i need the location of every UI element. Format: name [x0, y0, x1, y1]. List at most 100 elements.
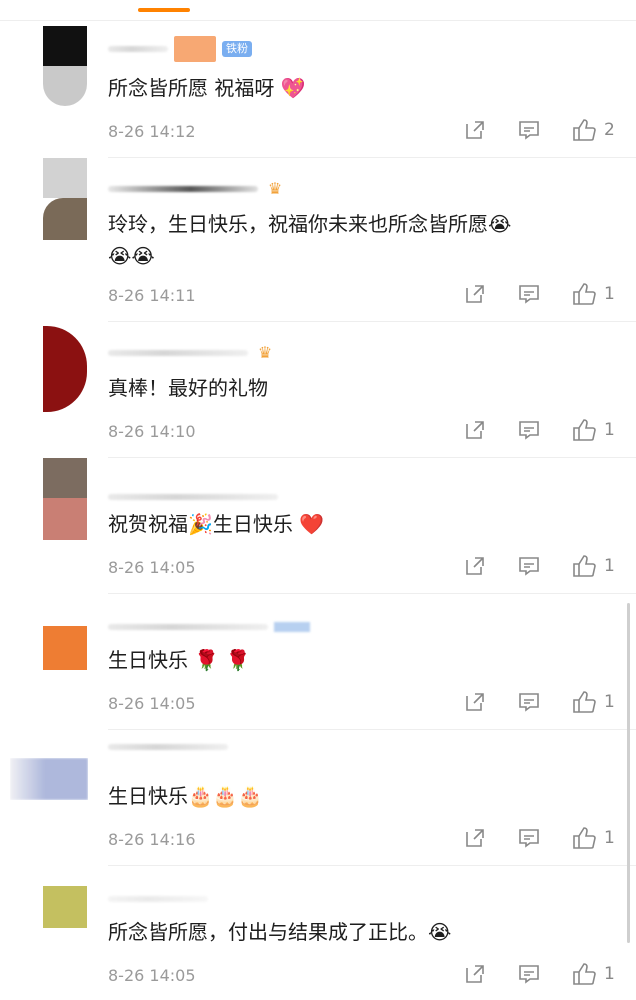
comment-text: 生日快乐 🌹 🌹: [108, 644, 608, 676]
like-count: 2: [604, 120, 615, 140]
like-count: 1: [604, 556, 615, 576]
username-row[interactable]: 铁粉: [108, 36, 252, 62]
comment-body: 玲玲，生日快乐，祝福你未来也所念皆所愿: [108, 212, 488, 236]
comment-body: 所念皆所愿 祝福呀: [108, 76, 275, 100]
comment-text: 生日快乐🎂🎂🎂: [108, 780, 608, 812]
comment-actions: 1: [432, 282, 615, 306]
fan-badge: 铁粉: [222, 41, 252, 57]
share-icon: [466, 557, 484, 575]
avatar[interactable]: [43, 886, 87, 928]
comment-icon: [519, 121, 539, 140]
crying-emoji-icon: 😭: [488, 212, 512, 236]
username-row[interactable]: [108, 614, 310, 640]
comment-actions: 2: [432, 118, 615, 142]
comment-button[interactable]: [518, 963, 540, 985]
comment-button[interactable]: [518, 691, 540, 713]
comment-text: 玲玲，生日快乐，祝福你未来也所念皆所愿😭 😭😭: [108, 208, 608, 272]
username-row[interactable]: ♛: [108, 176, 286, 202]
comment-text: 祝贺祝福🎉生日快乐 ❤️: [108, 508, 608, 540]
thumbs-up-icon: [573, 119, 596, 141]
comment-button[interactable]: [518, 119, 540, 141]
comment-text: 真棒！最好的礼物: [108, 372, 608, 404]
thumbs-up-icon: [573, 827, 596, 849]
thumbs-up-icon: [573, 419, 596, 441]
share-button[interactable]: [464, 555, 486, 577]
username-row[interactable]: [108, 886, 208, 912]
comment-body: 生日快乐: [108, 648, 188, 672]
comment-icon: [519, 693, 539, 712]
cake-emoji-icon: 🎂🎂🎂: [188, 784, 263, 808]
share-button[interactable]: [464, 963, 486, 985]
username-row[interactable]: [108, 734, 228, 760]
comment-body: 祝贺祝福: [108, 512, 188, 536]
comment-actions: 1: [432, 554, 615, 578]
comment-body: 真棒！最好的礼物: [108, 376, 268, 400]
comment-icon: [519, 285, 539, 304]
share-icon: [466, 285, 484, 303]
comment-time: 8-26 14:05: [108, 694, 196, 713]
heart-emoji-icon: 💖: [280, 76, 306, 100]
share-icon: [466, 421, 484, 439]
avatar[interactable]: [43, 626, 87, 670]
like-count: 1: [604, 692, 615, 712]
rose-emoji-icon: 🌹 🌹: [194, 648, 251, 672]
tab-bar: [0, 0, 636, 21]
share-button[interactable]: [464, 283, 486, 305]
share-button[interactable]: [464, 419, 486, 441]
crying-emoji-icon: 😭😭: [108, 244, 155, 268]
like-button[interactable]: 1: [572, 826, 615, 850]
comment-text: 所念皆所愿，付出与结果成了正比。😭: [108, 916, 608, 948]
share-icon: [466, 829, 484, 847]
crown-badge-icon: ♛: [257, 343, 273, 362]
thumbs-up-icon: [573, 283, 596, 305]
party-popper-emoji-icon: 🎉: [188, 512, 213, 536]
avatar[interactable]: [43, 458, 87, 540]
share-button[interactable]: [464, 827, 486, 849]
like-button[interactable]: 1: [572, 282, 615, 306]
comment-icon: [519, 829, 539, 848]
comment-button[interactable]: [518, 419, 540, 441]
comment-actions: 1: [432, 418, 615, 442]
heart-emoji-icon: ❤️: [299, 512, 325, 536]
comment-body-continued: 生日快乐: [212, 512, 293, 536]
like-count: 1: [604, 828, 615, 848]
like-button[interactable]: 1: [572, 554, 615, 578]
avatar[interactable]: [43, 158, 87, 240]
comment-icon: [519, 421, 539, 440]
scrollbar[interactable]: [627, 603, 630, 943]
share-button[interactable]: [464, 119, 486, 141]
like-count: 1: [604, 420, 615, 440]
thumbs-up-icon: [573, 555, 596, 577]
share-icon: [466, 693, 484, 711]
like-count: 1: [604, 284, 615, 304]
avatar[interactable]: [43, 326, 87, 412]
active-tab-indicator: [138, 8, 190, 12]
avatar[interactable]: [10, 758, 88, 800]
avatar[interactable]: [43, 26, 87, 106]
comment-time: 8-26 14:05: [108, 558, 196, 577]
comment-button[interactable]: [518, 827, 540, 849]
like-button[interactable]: 1: [572, 418, 615, 442]
share-icon: [466, 965, 484, 983]
like-count: 1: [604, 964, 615, 984]
username-row[interactable]: ♛: [108, 340, 276, 366]
comment-time: 8-26 14:11: [108, 286, 196, 305]
username-row[interactable]: [108, 484, 278, 510]
comment-body: 生日快乐: [108, 784, 188, 808]
username-blurred: [174, 36, 216, 62]
like-button[interactable]: 1: [572, 690, 615, 714]
comment-button[interactable]: [518, 283, 540, 305]
comment-icon: [519, 557, 539, 576]
comment-button[interactable]: [518, 555, 540, 577]
share-button[interactable]: [464, 691, 486, 713]
comment-time: 8-26 14:12: [108, 122, 196, 141]
crown-badge-icon: ♛: [267, 179, 283, 198]
comment-actions: 1: [432, 962, 615, 986]
comment-icon: [519, 965, 539, 984]
like-button[interactable]: 2: [572, 118, 615, 142]
comment-text: 所念皆所愿 祝福呀 💖: [108, 72, 608, 104]
thumbs-up-icon: [573, 691, 596, 713]
like-button[interactable]: 1: [572, 962, 615, 986]
comment-time: 8-26 14:05: [108, 966, 196, 985]
comment-time: 8-26 14:16: [108, 830, 196, 849]
